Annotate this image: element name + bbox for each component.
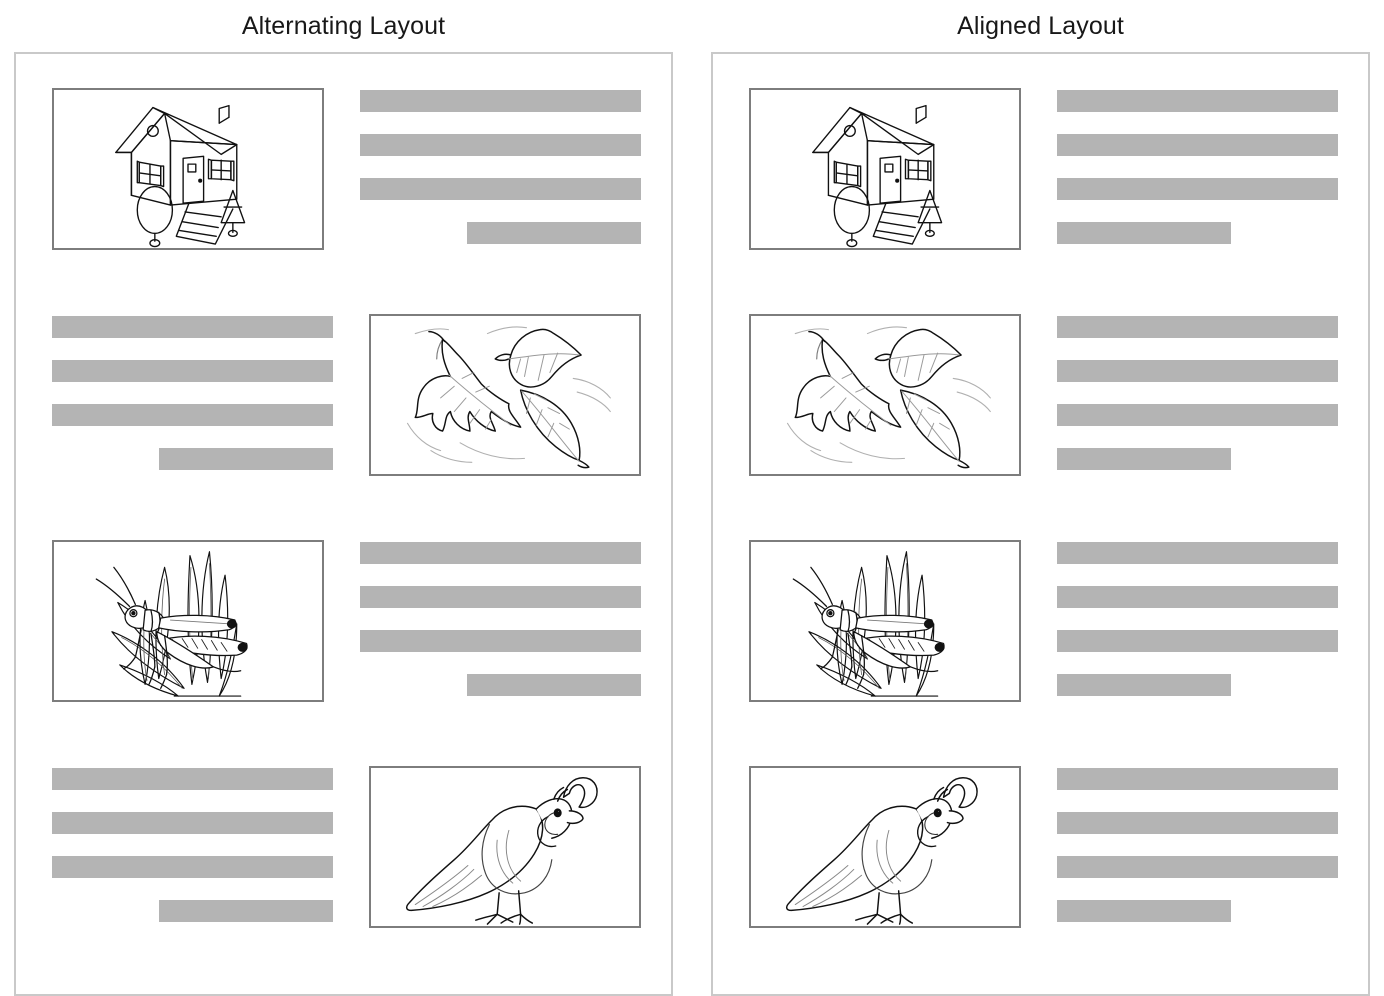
text-placeholder-block (1057, 540, 1338, 702)
autumn-leaves-illustration (749, 314, 1021, 476)
text-placeholder-block (360, 88, 641, 250)
text-line (360, 178, 641, 200)
text-line (52, 812, 333, 834)
text-line (360, 630, 641, 652)
text-line-short (1057, 900, 1232, 922)
text-placeholder-block (1057, 314, 1338, 476)
text-line (52, 316, 333, 338)
text-line-short (1057, 674, 1232, 696)
text-line (52, 768, 333, 790)
text-placeholder-block (1057, 88, 1338, 250)
content-row (52, 540, 641, 702)
text-line (1057, 134, 1338, 156)
text-line-short (158, 448, 333, 470)
alternating-layout-title: Alternating Layout (241, 12, 446, 40)
alternating-layout-column: Alternating Layout (14, 0, 673, 996)
grasshopper-illustration (52, 540, 324, 702)
text-line (1057, 856, 1338, 878)
text-line (1057, 360, 1338, 382)
layout-comparison-stage: Alternating Layout Aligned Layout (0, 0, 1384, 996)
text-line (1057, 404, 1338, 426)
text-line-short (1057, 222, 1232, 244)
text-line (1057, 542, 1338, 564)
alternating-layout-panel (14, 52, 673, 996)
text-line-short (466, 674, 641, 696)
house-illustration (52, 88, 324, 250)
content-row (749, 540, 1338, 702)
aligned-layout-title: Aligned Layout (957, 12, 1124, 40)
content-row (749, 314, 1338, 476)
quail-bird-illustration (369, 766, 641, 928)
autumn-leaves-illustration (369, 314, 641, 476)
text-line (360, 90, 641, 112)
text-line (1057, 586, 1338, 608)
text-line (1057, 316, 1338, 338)
aligned-layout-panel (711, 52, 1370, 996)
text-line (1057, 768, 1338, 790)
text-line (360, 586, 641, 608)
content-row (52, 766, 641, 928)
content-row (749, 88, 1338, 250)
text-line (52, 360, 333, 382)
text-line (1057, 178, 1338, 200)
text-line-short (466, 222, 641, 244)
text-placeholder-block (1057, 766, 1338, 928)
aligned-layout-column: Aligned Layout (711, 0, 1370, 996)
text-line (52, 404, 333, 426)
content-row (52, 88, 641, 250)
grasshopper-illustration (749, 540, 1021, 702)
text-line (1057, 812, 1338, 834)
house-illustration (749, 88, 1021, 250)
text-line (1057, 90, 1338, 112)
text-line (52, 856, 333, 878)
content-row (749, 766, 1338, 928)
text-line (360, 134, 641, 156)
content-row (52, 314, 641, 476)
quail-bird-illustration (749, 766, 1021, 928)
text-placeholder-block (52, 766, 333, 928)
text-line (360, 542, 641, 564)
text-line-short (1057, 448, 1232, 470)
text-line-short (158, 900, 333, 922)
text-line (1057, 630, 1338, 652)
text-placeholder-block (360, 540, 641, 702)
text-placeholder-block (52, 314, 333, 476)
